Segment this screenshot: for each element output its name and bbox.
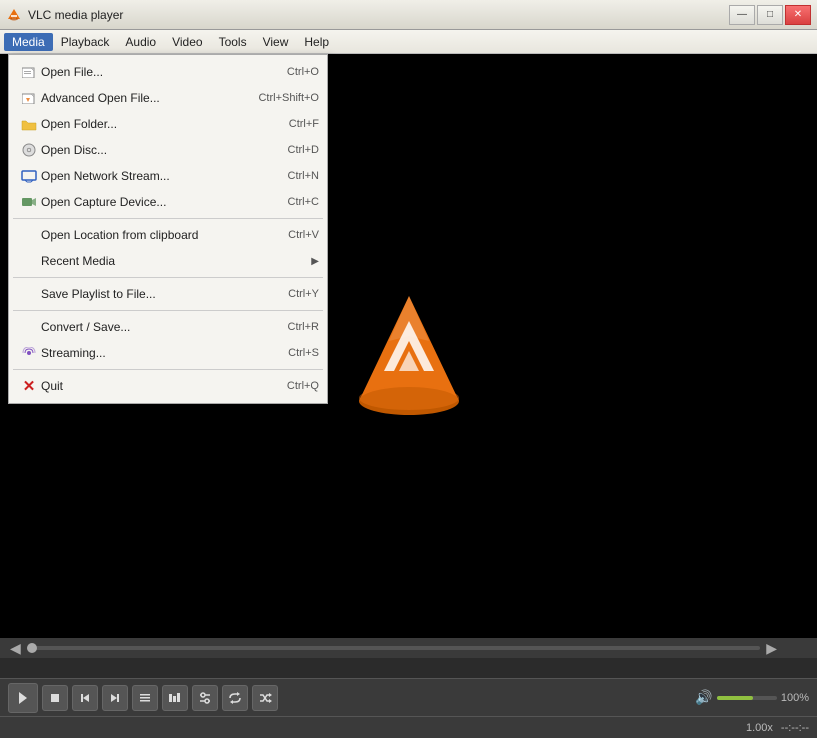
menu-item-view[interactable]: View [255,33,297,51]
window-title: VLC media player [28,8,729,22]
seek-left-button[interactable]: ◀ [10,640,21,657]
menu-item-media[interactable]: Media [4,33,53,51]
open-network-label: Open Network Stream... [41,169,268,183]
menu-streaming[interactable]: Streaming... Ctrl+S [9,340,327,366]
recent-media-arrow: ▶ [311,256,319,267]
quit-icon: ✕ [17,377,41,395]
maximize-button[interactable]: □ [757,5,783,25]
open-disc-label: Open Disc... [41,143,268,157]
controls-bar: 🔊 100% 1.00x --:--:-- [0,678,817,738]
open-location-shortcut: Ctrl+V [288,229,319,241]
seek-thumb[interactable] [27,643,37,653]
sep-4 [13,369,323,370]
next-button[interactable] [102,685,128,711]
menu-bar: Media Playback Audio Video Tools View He… [0,30,817,54]
title-bar: VLC media player — □ ✕ [0,0,817,30]
play-button[interactable] [8,683,38,713]
menu-save-playlist[interactable]: Save Playlist to File... Ctrl+Y [9,281,327,307]
menu-open-capture[interactable]: Open Capture Device... Ctrl+C [9,189,327,215]
open-capture-label: Open Capture Device... [41,195,268,209]
save-playlist-icon [17,285,41,303]
media-dropdown: Open File... Ctrl+O Advanced Open File..… [8,54,328,404]
sep-3 [13,310,323,311]
recent-media-label: Recent Media [41,254,311,268]
menu-item-video[interactable]: Video [164,33,210,51]
vlc-logo [349,291,469,421]
convert-save-shortcut: Ctrl+R [288,321,319,333]
time-display: --:--:-- [781,722,809,734]
menu-quit[interactable]: ✕ Quit Ctrl+Q [9,373,327,399]
menu-item-help[interactable]: Help [296,33,337,51]
streaming-shortcut: Ctrl+S [288,347,319,359]
open-folder-label: Open Folder... [41,117,269,131]
convert-save-label: Convert / Save... [41,320,268,334]
streaming-label: Streaming... [41,346,268,360]
minimize-button[interactable]: — [729,5,755,25]
open-capture-shortcut: Ctrl+C [288,196,319,208]
menu-open-network[interactable]: Open Network Stream... Ctrl+N [9,163,327,189]
menu-item-audio[interactable]: Audio [117,33,164,51]
seek-bar-container: ◀ ▶ [0,638,817,658]
save-playlist-shortcut: Ctrl+Y [288,288,319,300]
menu-item-tools[interactable]: Tools [211,33,255,51]
seek-track[interactable] [27,646,760,650]
speed-display: 1.00x [746,722,773,734]
menu-open-file[interactable]: Open File... Ctrl+O [9,59,327,85]
controls-row: 🔊 100% [0,679,817,716]
convert-save-icon [17,318,41,336]
quit-label: Quit [41,379,267,393]
status-bar: 1.00x --:--:-- [0,716,817,738]
window-controls: — □ ✕ [729,5,811,25]
advanced-open-icon [17,89,41,107]
volume-percent: 100% [781,692,809,704]
volume-icon: 🔊 [695,689,712,706]
stop-button[interactable] [42,685,68,711]
open-location-label: Open Location from clipboard [41,228,268,242]
quit-shortcut: Ctrl+Q [287,380,319,392]
effects-button[interactable] [192,685,218,711]
menu-advanced-open[interactable]: Advanced Open File... Ctrl+Shift+O [9,85,327,111]
streaming-icon [17,344,41,362]
loop-button[interactable] [222,685,248,711]
open-network-shortcut: Ctrl+N [288,170,319,182]
open-disc-icon [17,141,41,159]
extended-button[interactable] [162,685,188,711]
menu-open-location[interactable]: Open Location from clipboard Ctrl+V [9,222,327,248]
open-capture-icon [17,193,41,211]
open-file-shortcut: Ctrl+O [287,66,319,78]
close-button[interactable]: ✕ [785,5,811,25]
app-icon [6,7,22,23]
open-disc-shortcut: Ctrl+D [288,144,319,156]
sep-1 [13,218,323,219]
menu-item-playback[interactable]: Playback [53,33,118,51]
random-button[interactable] [252,685,278,711]
open-location-icon [17,226,41,244]
recent-media-icon [17,252,41,270]
volume-track[interactable] [717,696,777,700]
playlist-button[interactable] [132,685,158,711]
save-playlist-label: Save Playlist to File... [41,287,268,301]
advanced-open-shortcut: Ctrl+Shift+O [258,92,319,104]
open-file-icon [17,63,41,81]
open-folder-shortcut: Ctrl+F [289,118,319,130]
open-file-label: Open File... [41,65,267,79]
open-folder-icon [17,115,41,133]
seek-right-button[interactable]: ▶ [766,640,777,657]
open-network-icon [17,167,41,185]
menu-convert-save[interactable]: Convert / Save... Ctrl+R [9,314,327,340]
sep-2 [13,277,323,278]
volume-fill [717,696,753,700]
prev-button[interactable] [72,685,98,711]
volume-area: 🔊 100% [695,689,809,706]
advanced-open-label: Advanced Open File... [41,91,238,105]
menu-recent-media[interactable]: Recent Media ▶ [9,248,327,274]
menu-open-disc[interactable]: Open Disc... Ctrl+D [9,137,327,163]
menu-open-folder[interactable]: Open Folder... Ctrl+F [9,111,327,137]
